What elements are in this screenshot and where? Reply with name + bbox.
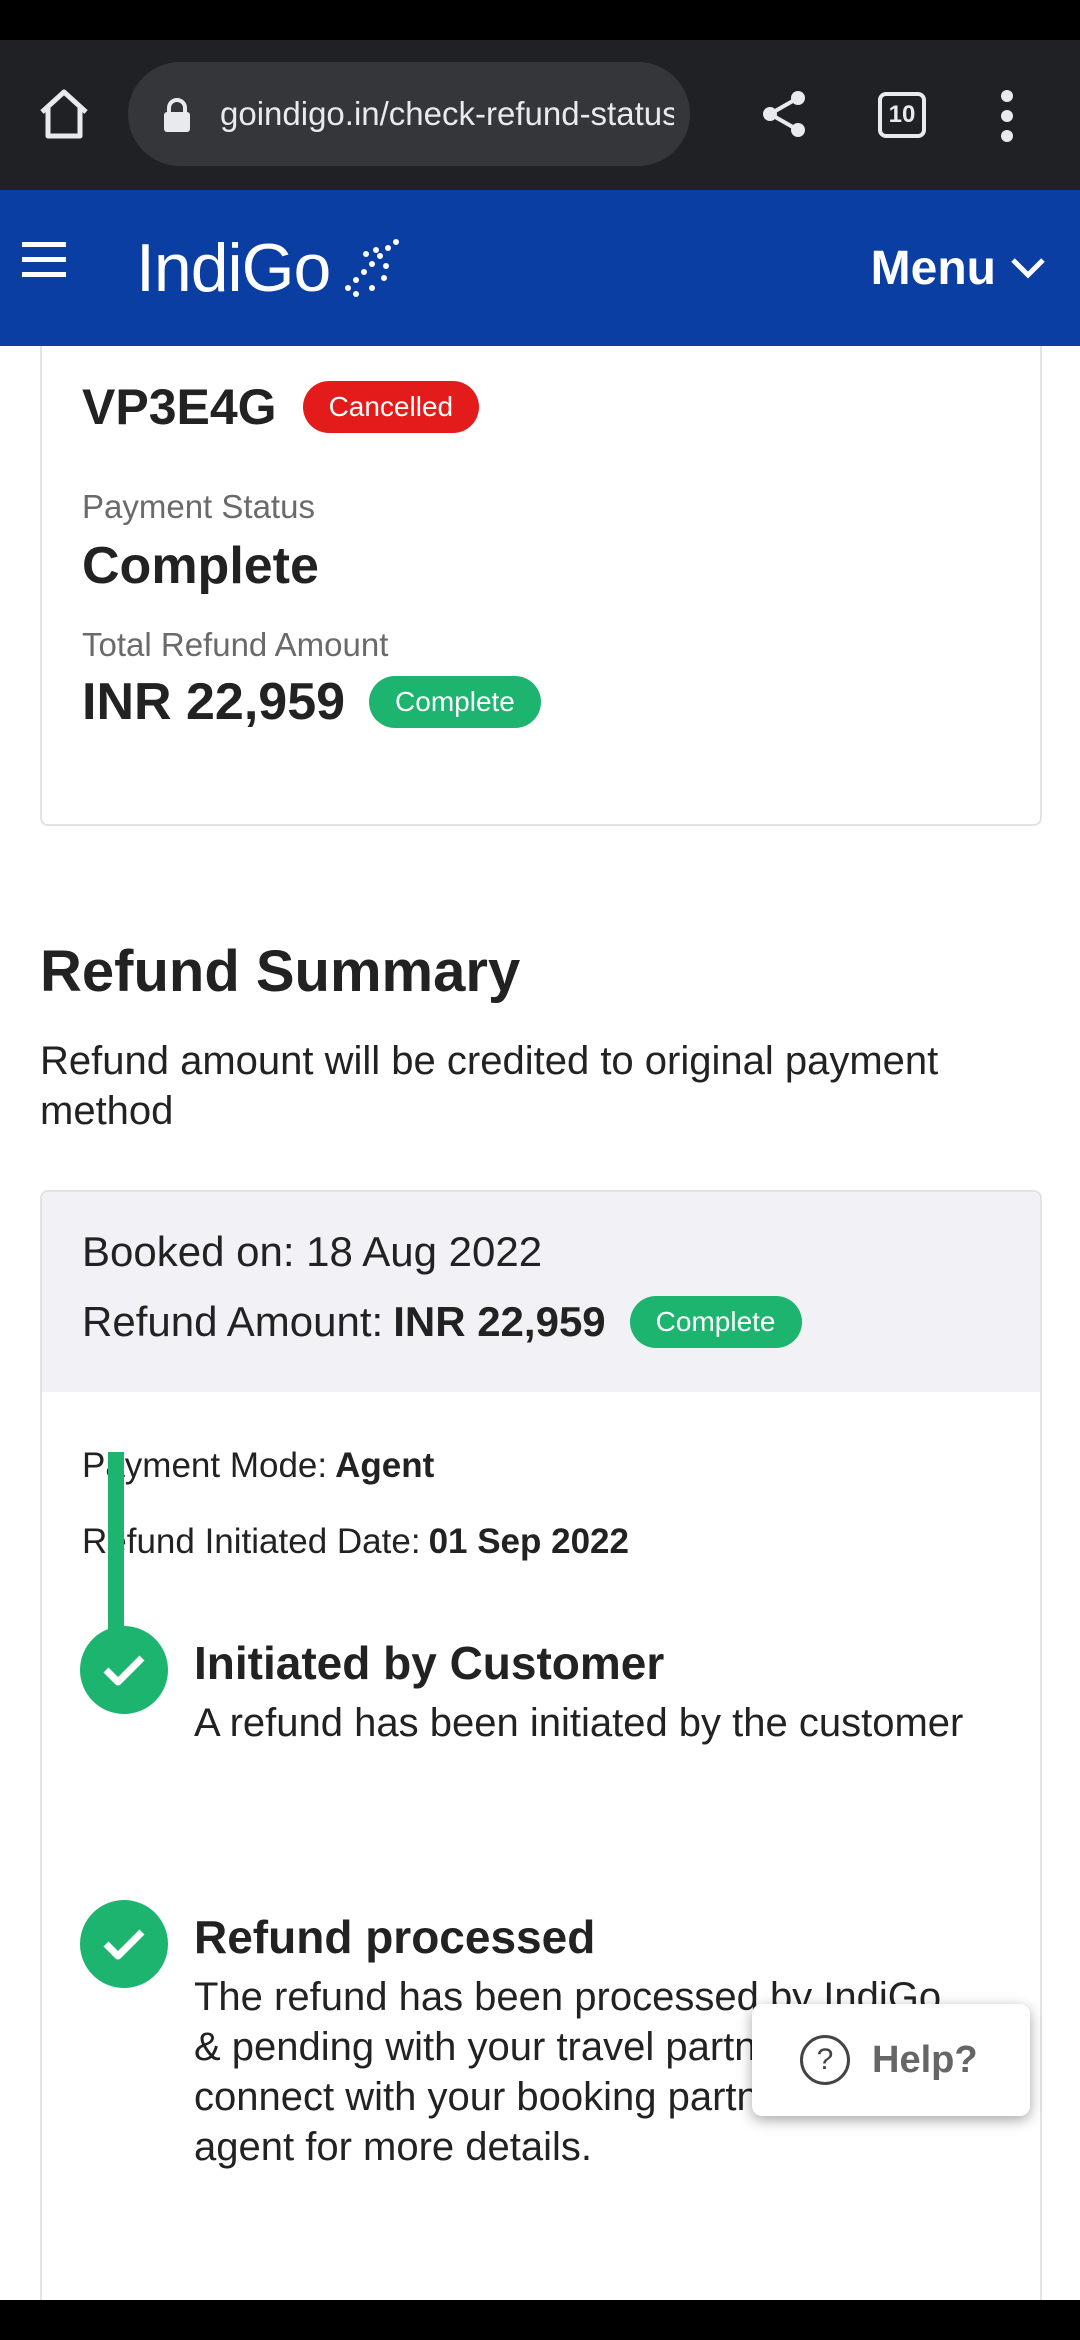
hamburger-menu-icon[interactable] <box>22 240 66 278</box>
payment-mode: Payment Mode: Agent <box>82 1446 434 1486</box>
share-icon[interactable] <box>758 88 810 140</box>
chevron-down-icon <box>1011 258 1045 279</box>
payment-status-label: Payment Status <box>82 488 315 525</box>
lock-icon <box>164 98 190 132</box>
more-options-icon[interactable] <box>996 88 1018 144</box>
logo-text: IndiGo <box>136 230 331 306</box>
refund-amount-badge: Complete <box>629 1296 802 1348</box>
home-icon[interactable] <box>36 86 92 142</box>
booking-status-card: VP3E4G Cancelled Payment Status Complete… <box>40 346 1042 826</box>
timeline-step-title: Refund processed <box>194 1911 596 1963</box>
help-label: Help? <box>872 2038 978 2081</box>
system-nav-bar <box>0 2300 1080 2340</box>
refund-complete-badge: Complete <box>369 676 541 728</box>
refund-initiated-label: Refund Initiated Date: <box>82 1522 421 1561</box>
timeline-connector <box>108 1452 124 1648</box>
refund-initiated-value: 01 Sep 2022 <box>428 1522 629 1561</box>
cancelled-badge: Cancelled <box>302 381 480 433</box>
payment-mode-value: Agent <box>335 1446 435 1485</box>
question-circle-icon: ? <box>800 2035 850 2085</box>
total-refund-label: Total Refund Amount <box>82 626 389 663</box>
total-refund-row: INR 22,959 Complete <box>82 672 541 732</box>
booked-on: Booked on: 18 Aug 2022 <box>82 1228 543 1275</box>
menu-label: Menu <box>870 241 996 295</box>
refund-summary-title: Refund Summary <box>40 939 521 1004</box>
check-icon <box>80 1900 168 1988</box>
refund-summary-description: Refund amount will be credited to origin… <box>40 1039 939 1133</box>
indigo-logo[interactable]: IndiGo <box>136 228 404 308</box>
pnr-row: VP3E4G Cancelled <box>82 378 480 436</box>
refund-initiated-date: Refund Initiated Date: 01 Sep 2022 <box>82 1522 629 1562</box>
refund-amount-value: INR 22,959 <box>393 1298 606 1345</box>
timeline-step-title: Initiated by Customer <box>194 1637 665 1689</box>
site-header: IndiGo Menu <box>0 190 1080 346</box>
help-button[interactable]: ? Help? <box>752 2004 1030 2116</box>
refund-amount-row: Refund Amount: INR 22,959 Complete <box>82 1296 802 1348</box>
refund-amount-label: Refund Amount: <box>82 1298 384 1345</box>
address-bar[interactable]: goindigo.in/check-refund-status <box>128 62 690 166</box>
page-content: VP3E4G Cancelled Payment Status Complete… <box>0 346 1080 2300</box>
url-text: goindigo.in/check-refund-status <box>220 95 674 132</box>
browser-toolbar: goindigo.in/check-refund-status 10 <box>0 40 1080 190</box>
plane-logo-icon <box>345 239 400 297</box>
check-icon <box>80 1626 168 1714</box>
timeline-step-description: A refund has been initiated by the custo… <box>194 1701 964 1745</box>
status-bar <box>0 0 1080 40</box>
tab-switcher-button[interactable]: 10 <box>878 92 926 138</box>
menu-button[interactable]: Menu <box>871 230 1046 306</box>
refund-details-header: Booked on: 18 Aug 2022 Refund Amount: IN… <box>42 1192 1040 1392</box>
payment-status-value: Complete <box>82 537 319 595</box>
pnr-value: VP3E4G <box>82 379 277 435</box>
total-refund-value: INR 22,959 <box>82 673 346 731</box>
